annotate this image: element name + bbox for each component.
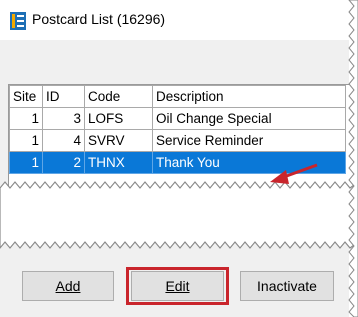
- callout-arrow-icon: [270, 163, 318, 184]
